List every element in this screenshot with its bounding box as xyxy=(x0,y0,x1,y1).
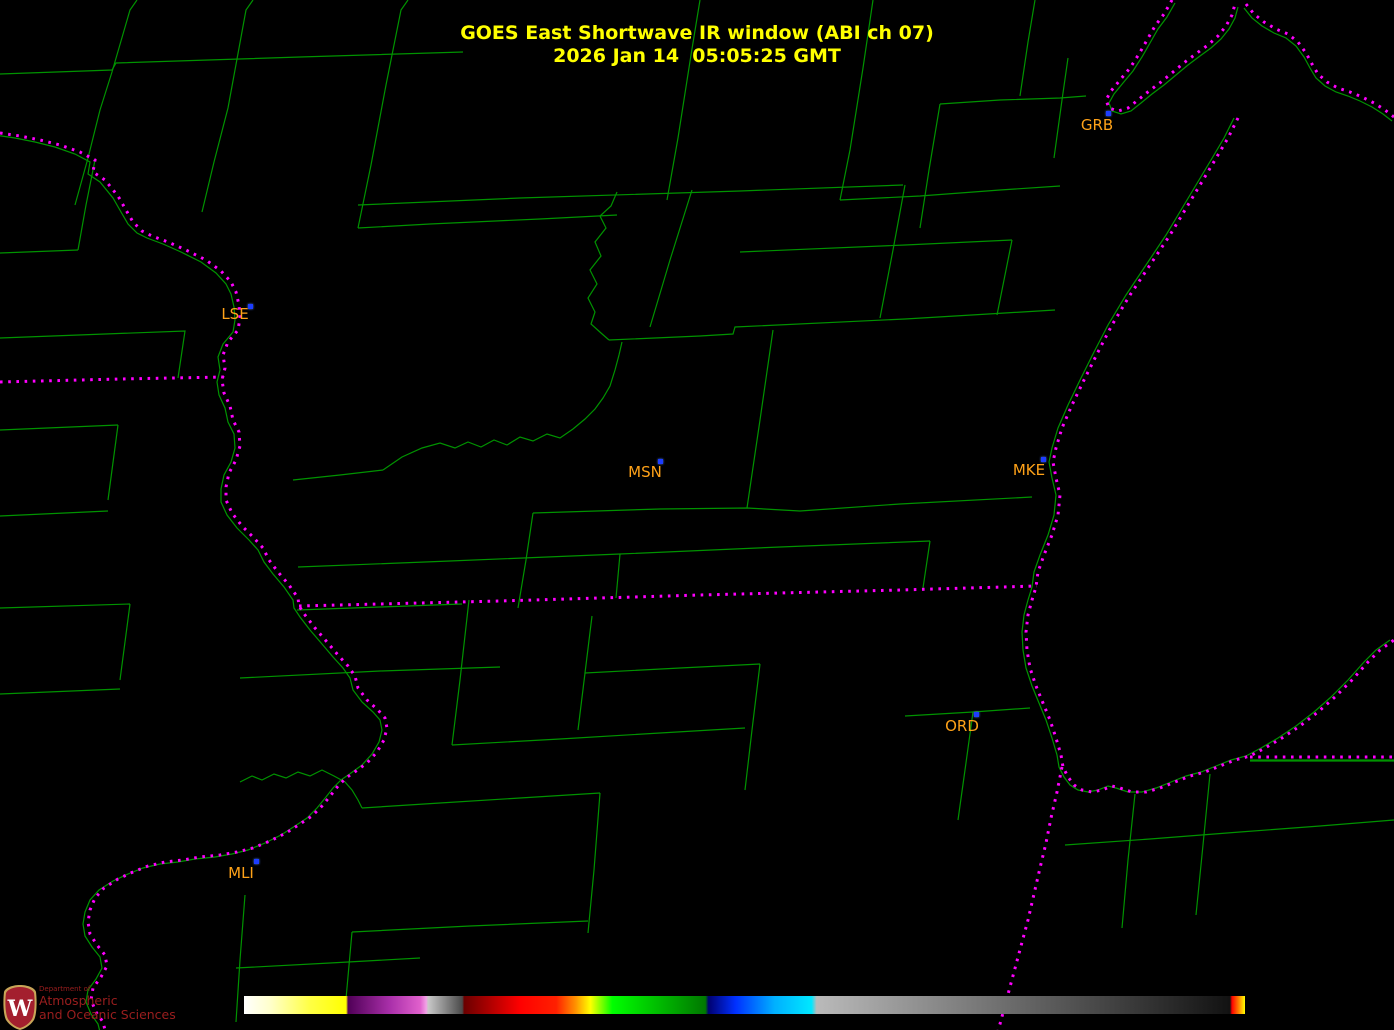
county-line xyxy=(452,600,469,745)
city-dot-lse xyxy=(248,304,253,309)
county-line xyxy=(358,215,617,228)
mn-ia-border xyxy=(0,377,225,382)
county-line xyxy=(650,190,692,327)
county-line xyxy=(0,250,78,253)
county-line xyxy=(0,425,118,430)
county-line xyxy=(236,958,420,968)
county-line xyxy=(358,185,903,205)
city-dot-mli xyxy=(254,859,259,864)
county-line xyxy=(240,770,362,808)
image-timestamp: 2026 Jan 14 05:05:25 GMT xyxy=(0,45,1394,67)
county-line xyxy=(923,541,930,588)
county-line xyxy=(1054,58,1068,158)
county-line xyxy=(616,554,620,598)
county-line xyxy=(0,689,120,694)
logo-dept-line: Department of xyxy=(39,986,176,993)
county-line xyxy=(352,921,588,932)
county-line xyxy=(533,497,1032,513)
county-line xyxy=(518,513,533,608)
lake-michigan-shore-county-line xyxy=(1022,118,1390,792)
satellite-viewer: GOES East Shortwave IR window (ABI ch 07… xyxy=(0,0,1394,1030)
mississippi-river-border xyxy=(0,133,387,1030)
lake-michigan-shore xyxy=(1026,118,1394,792)
city-label-mke: MKE xyxy=(1013,461,1045,479)
county-line xyxy=(383,342,622,470)
county-line xyxy=(880,185,905,318)
county-line xyxy=(588,192,617,340)
county-line xyxy=(940,96,1086,104)
county-boundaries xyxy=(0,0,1394,1030)
county-line xyxy=(1122,794,1135,928)
county-line xyxy=(740,240,1012,252)
county-line xyxy=(298,541,930,567)
city-label-grb: GRB xyxy=(1081,116,1113,134)
image-title: GOES East Shortwave IR window (ABI ch 07… xyxy=(0,22,1394,44)
county-line xyxy=(745,664,760,790)
mississippi-river-border-county-line xyxy=(0,135,382,1030)
city-label-mli: MLI xyxy=(228,864,254,882)
city-label-msn: MSN xyxy=(628,463,662,481)
uw-crest-icon: W xyxy=(2,984,38,1030)
county-line xyxy=(609,310,1055,340)
il-in-border xyxy=(998,767,1062,1030)
county-line xyxy=(452,728,745,745)
county-line xyxy=(297,604,462,610)
svg-text:W: W xyxy=(7,996,33,1022)
wi-il-border xyxy=(299,586,1037,606)
county-line xyxy=(293,470,383,480)
temperature-colorbar xyxy=(244,996,1245,1014)
county-line xyxy=(108,425,118,500)
county-line xyxy=(1065,820,1394,845)
logo-line-1: Atmospheric xyxy=(39,995,176,1008)
county-line xyxy=(905,708,1030,716)
state-borders xyxy=(0,0,1394,1030)
logo-line-2: and Oceanic Sciences xyxy=(39,1009,176,1022)
county-line xyxy=(920,104,940,228)
satellite-map xyxy=(0,0,1394,1030)
county-line xyxy=(1196,774,1210,915)
logo-text: Department of Atmospheric and Oceanic Sc… xyxy=(39,986,176,1021)
county-line xyxy=(0,331,185,378)
county-line xyxy=(120,604,130,680)
county-line xyxy=(0,604,130,608)
county-line xyxy=(585,664,760,673)
county-line xyxy=(840,186,1060,200)
county-line xyxy=(78,160,95,250)
county-line xyxy=(747,330,773,508)
county-line xyxy=(997,240,1012,315)
county-line xyxy=(588,793,600,933)
city-label-lse: LSE xyxy=(221,305,248,323)
county-line xyxy=(0,511,108,516)
uw-aos-logo: W Department of Atmospheric and Oceanic … xyxy=(2,984,302,1030)
county-line xyxy=(362,793,600,808)
city-label-ord: ORD xyxy=(945,717,979,735)
